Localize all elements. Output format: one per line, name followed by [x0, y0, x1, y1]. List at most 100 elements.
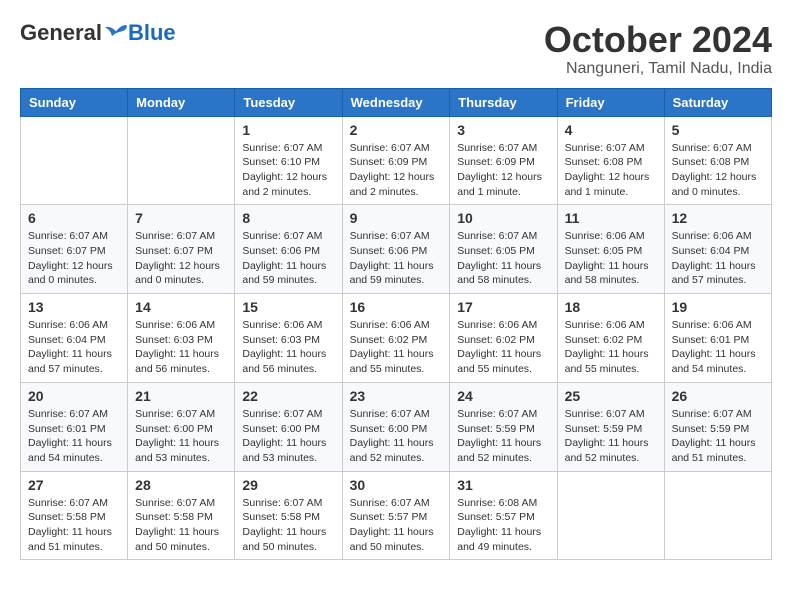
- cell-content: Sunrise: 6:07 AMSunset: 6:00 PMDaylight:…: [135, 407, 227, 466]
- cell-content: Sunrise: 6:08 AMSunset: 5:57 PMDaylight:…: [457, 496, 549, 555]
- day-number: 13: [28, 299, 120, 315]
- day-number: 14: [135, 299, 227, 315]
- logo-general: General: [20, 20, 102, 46]
- logo: General Blue: [20, 20, 176, 46]
- day-number: 23: [350, 388, 443, 404]
- calendar-week-row: 20 Sunrise: 6:07 AMSunset: 6:01 PMDayligh…: [21, 382, 772, 471]
- calendar-cell: 27 Sunrise: 6:07 AMSunset: 5:58 PMDayligh…: [21, 471, 128, 560]
- calendar-week-row: 6 Sunrise: 6:07 AMSunset: 6:07 PMDaylight…: [21, 205, 772, 294]
- day-number: 7: [135, 210, 227, 226]
- day-number: 16: [350, 299, 443, 315]
- day-number: 22: [242, 388, 334, 404]
- calendar-week-row: 13Sunrise: 6:06 AMSunset: 6:04 PMDayligh…: [21, 294, 772, 383]
- cell-content: Sunrise: 6:06 AMSunset: 6:05 PMDaylight:…: [565, 229, 657, 288]
- day-number: 12: [672, 210, 764, 226]
- cell-content: Sunrise: 6:07 AMSunset: 5:58 PMDaylight:…: [135, 496, 227, 555]
- calendar-cell: 6 Sunrise: 6:07 AMSunset: 6:07 PMDaylight…: [21, 205, 128, 294]
- day-number: 18: [565, 299, 657, 315]
- weekday-header-friday: Friday: [557, 88, 664, 116]
- day-number: 17: [457, 299, 549, 315]
- day-number: 8: [242, 210, 334, 226]
- calendar-cell: 16 Sunrise: 6:06 AMSunset: 6:02 PMDayligh…: [342, 294, 450, 383]
- cell-content: Sunrise: 6:07 AMSunset: 6:06 PMDaylight:…: [350, 229, 443, 288]
- day-number: 29: [242, 477, 334, 493]
- day-number: 4: [565, 122, 657, 138]
- cell-content: Sunrise: 6:07 AMSunset: 6:08 PMDaylight:…: [565, 141, 657, 200]
- calendar-cell: 20 Sunrise: 6:07 AMSunset: 6:01 PMDayligh…: [21, 382, 128, 471]
- day-number: 19: [672, 299, 764, 315]
- cell-content: Sunrise: 6:07 AMSunset: 5:59 PMDaylight:…: [565, 407, 657, 466]
- cell-content: Sunrise: 6:07 AMSunset: 6:00 PMDaylight:…: [242, 407, 334, 466]
- calendar-cell: 14 Sunrise: 6:06 AMSunset: 6:03 PMDayligh…: [128, 294, 235, 383]
- weekday-header-tuesday: Tuesday: [235, 88, 342, 116]
- cell-content: Sunrise: 6:07 AMSunset: 5:57 PMDaylight:…: [350, 496, 443, 555]
- calendar-table: SundayMondayTuesdayWednesdayThursdayFrid…: [20, 88, 772, 561]
- cell-content: Sunrise: 6:06 AMSunset: 6:01 PMDaylight:…: [672, 318, 764, 377]
- calendar-cell: 8 Sunrise: 6:07 AMSunset: 6:06 PMDaylight…: [235, 205, 342, 294]
- cell-content: Sunrise: 6:06 AMSunset: 6:02 PMDaylight:…: [565, 318, 657, 377]
- cell-content: Sunrise: 6:07 AMSunset: 5:58 PMDaylight:…: [242, 496, 334, 555]
- day-number: 1: [242, 122, 334, 138]
- day-number: 3: [457, 122, 549, 138]
- cell-content: Sunrise: 6:07 AMSunset: 6:09 PMDaylight:…: [350, 141, 443, 200]
- calendar-cell: 30 Sunrise: 6:07 AMSunset: 5:57 PMDayligh…: [342, 471, 450, 560]
- weekday-header-row: SundayMondayTuesdayWednesdayThursdayFrid…: [21, 88, 772, 116]
- day-number: 9: [350, 210, 443, 226]
- cell-content: Sunrise: 6:07 AMSunset: 6:08 PMDaylight:…: [672, 141, 764, 200]
- calendar-cell: 2Sunrise: 6:07 AMSunset: 6:09 PMDaylight…: [342, 116, 450, 205]
- cell-content: Sunrise: 6:07 AMSunset: 5:58 PMDaylight:…: [28, 496, 120, 555]
- cell-content: Sunrise: 6:06 AMSunset: 6:02 PMDaylight:…: [350, 318, 443, 377]
- calendar-cell: 22 Sunrise: 6:07 AMSunset: 6:00 PMDayligh…: [235, 382, 342, 471]
- day-number: 30: [350, 477, 443, 493]
- cell-content: Sunrise: 6:07 AMSunset: 6:10 PMDaylight:…: [242, 141, 334, 200]
- weekday-header-saturday: Saturday: [664, 88, 771, 116]
- cell-content: Sunrise: 6:07 AMSunset: 6:07 PMDaylight:…: [28, 229, 120, 288]
- weekday-header-sunday: Sunday: [21, 88, 128, 116]
- cell-content: Sunrise: 6:07 AMSunset: 6:01 PMDaylight:…: [28, 407, 120, 466]
- day-number: 20: [28, 388, 120, 404]
- day-number: 25: [565, 388, 657, 404]
- weekday-header-thursday: Thursday: [450, 88, 557, 116]
- day-number: 26: [672, 388, 764, 404]
- calendar-cell: 13Sunrise: 6:06 AMSunset: 6:04 PMDayligh…: [21, 294, 128, 383]
- cell-content: Sunrise: 6:06 AMSunset: 6:03 PMDaylight:…: [242, 318, 334, 377]
- calendar-cell: 4 Sunrise: 6:07 AMSunset: 6:08 PMDaylight…: [557, 116, 664, 205]
- cell-content: Sunrise: 6:07 AMSunset: 6:00 PMDaylight:…: [350, 407, 443, 466]
- day-number: 5: [672, 122, 764, 138]
- day-number: 6: [28, 210, 120, 226]
- calendar-cell: 31 Sunrise: 6:08 AMSunset: 5:57 PMDayligh…: [450, 471, 557, 560]
- calendar-cell: [21, 116, 128, 205]
- day-number: 21: [135, 388, 227, 404]
- cell-content: Sunrise: 6:07 AMSunset: 6:06 PMDaylight:…: [242, 229, 334, 288]
- day-number: 31: [457, 477, 549, 493]
- calendar-cell: [664, 471, 771, 560]
- cell-content: Sunrise: 6:07 AMSunset: 6:05 PMDaylight:…: [457, 229, 549, 288]
- calendar-cell: 5 Sunrise: 6:07 AMSunset: 6:08 PMDaylight…: [664, 116, 771, 205]
- cell-content: Sunrise: 6:06 AMSunset: 6:02 PMDaylight:…: [457, 318, 549, 377]
- calendar-cell: [557, 471, 664, 560]
- calendar-week-row: 1 Sunrise: 6:07 AMSunset: 6:10 PMDaylight…: [21, 116, 772, 205]
- day-number: 24: [457, 388, 549, 404]
- day-number: 27: [28, 477, 120, 493]
- cell-content: Sunrise: 6:07 AMSunset: 5:59 PMDaylight:…: [672, 407, 764, 466]
- cell-content: Sunrise: 6:06 AMSunset: 6:03 PMDaylight:…: [135, 318, 227, 377]
- calendar-cell: 19 Sunrise: 6:06 AMSunset: 6:01 PMDayligh…: [664, 294, 771, 383]
- logo-bird-icon: [104, 23, 128, 43]
- calendar-cell: 15 Sunrise: 6:06 AMSunset: 6:03 PMDayligh…: [235, 294, 342, 383]
- day-number: 15: [242, 299, 334, 315]
- cell-content: Sunrise: 6:07 AMSunset: 6:09 PMDaylight:…: [457, 141, 549, 200]
- calendar-cell: [128, 116, 235, 205]
- calendar-cell: 21 Sunrise: 6:07 AMSunset: 6:00 PMDayligh…: [128, 382, 235, 471]
- logo-blue: Blue: [128, 20, 176, 46]
- calendar-cell: 24Sunrise: 6:07 AMSunset: 5:59 PMDayligh…: [450, 382, 557, 471]
- calendar-cell: 28 Sunrise: 6:07 AMSunset: 5:58 PMDayligh…: [128, 471, 235, 560]
- calendar-cell: 10Sunrise: 6:07 AMSunset: 6:05 PMDayligh…: [450, 205, 557, 294]
- cell-content: Sunrise: 6:06 AMSunset: 6:04 PMDaylight:…: [672, 229, 764, 288]
- calendar-cell: 3 Sunrise: 6:07 AMSunset: 6:09 PMDaylight…: [450, 116, 557, 205]
- calendar-cell: 12 Sunrise: 6:06 AMSunset: 6:04 PMDayligh…: [664, 205, 771, 294]
- calendar-cell: 9 Sunrise: 6:07 AMSunset: 6:06 PMDaylight…: [342, 205, 450, 294]
- calendar-cell: 7Sunrise: 6:07 AMSunset: 6:07 PMDaylight…: [128, 205, 235, 294]
- calendar-cell: 25 Sunrise: 6:07 AMSunset: 5:59 PMDayligh…: [557, 382, 664, 471]
- calendar-week-row: 27 Sunrise: 6:07 AMSunset: 5:58 PMDayligh…: [21, 471, 772, 560]
- day-number: 28: [135, 477, 227, 493]
